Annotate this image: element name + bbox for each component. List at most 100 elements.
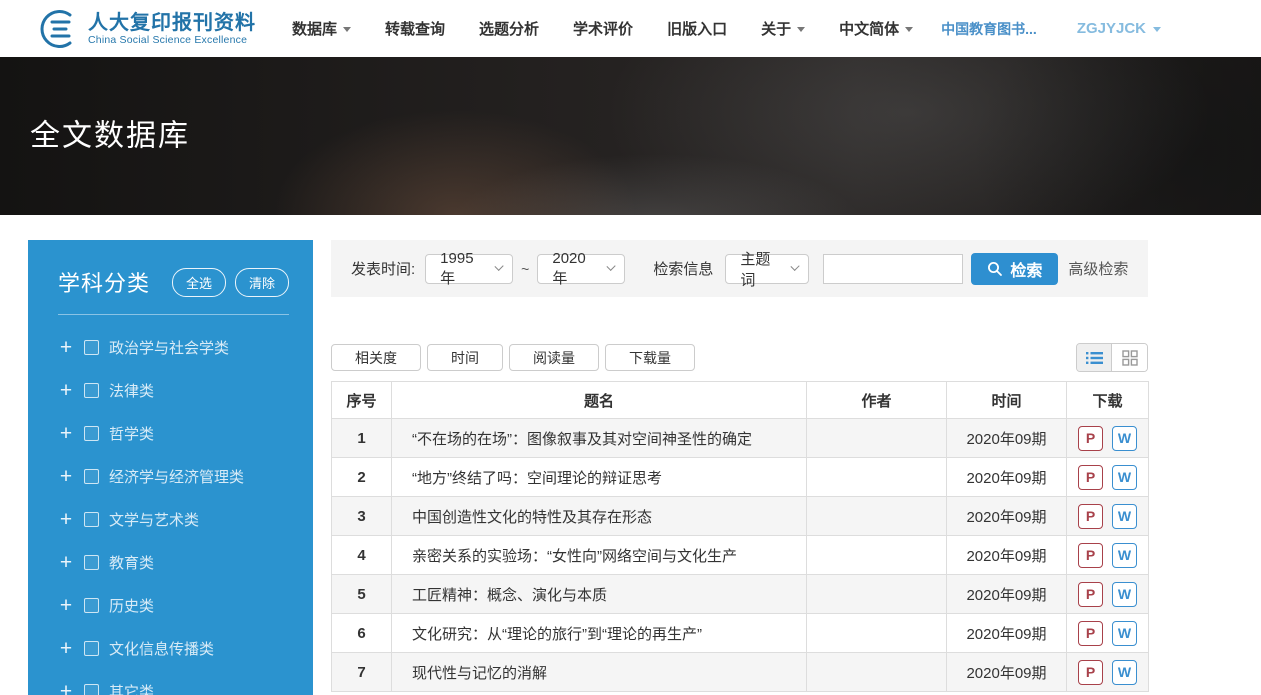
download-cell: PW xyxy=(1067,575,1149,614)
category-label: 文学与艺术类 xyxy=(109,509,199,530)
download-word-button[interactable]: W xyxy=(1112,582,1137,607)
year-to-select[interactable]: 2020年 xyxy=(537,254,625,284)
account-name: ZGJYJCK xyxy=(1077,20,1146,37)
article-title-link[interactable]: 文化研究：从“理论的旅行”到“理论的再生产” xyxy=(392,614,807,653)
advanced-search-link[interactable]: 高级检索 xyxy=(1068,258,1128,279)
category-item-6[interactable]: +教育类 xyxy=(58,552,289,573)
table-row: 7现代性与记忆的消解2020年09期PW xyxy=(332,653,1149,692)
sort-buttons: 相关度时间阅读量下载量 xyxy=(331,344,701,371)
search-button[interactable]: 检索 xyxy=(971,253,1058,285)
publish-time-label: 发表时间: xyxy=(351,258,415,279)
category-checkbox[interactable] xyxy=(84,340,99,355)
search-panel: 发表时间: 1995年 ~ 2020年 检索信息 主题词 检索 xyxy=(331,240,1148,297)
article-title-link[interactable]: 中国创造性文化的特性及其存在形态 xyxy=(392,497,807,536)
sort-button-2[interactable]: 时间 xyxy=(427,344,503,371)
download-pdf-button[interactable]: P xyxy=(1078,504,1103,529)
category-item-4[interactable]: +经济学与经济管理类 xyxy=(58,466,289,487)
account-menu[interactable]: ZGJYJCK xyxy=(1077,20,1161,37)
list-view-icon xyxy=(1086,351,1103,365)
row-number: 5 xyxy=(332,575,392,614)
nav-item-5[interactable]: 旧版入口 xyxy=(667,18,727,39)
download-pdf-button[interactable]: P xyxy=(1078,660,1103,685)
category-item-7[interactable]: +历史类 xyxy=(58,595,289,616)
download-pdf-button[interactable]: P xyxy=(1078,426,1103,451)
category-checkbox[interactable] xyxy=(84,426,99,441)
brand-logo[interactable]: 人大复印报刊资料 China Social Science Excellence xyxy=(28,8,256,50)
expand-plus-icon[interactable]: + xyxy=(58,599,74,613)
download-pdf-button[interactable]: P xyxy=(1078,543,1103,568)
category-item-3[interactable]: +哲学类 xyxy=(58,423,289,444)
download-word-button[interactable]: W xyxy=(1112,426,1137,451)
download-word-button[interactable]: W xyxy=(1112,465,1137,490)
article-author xyxy=(807,458,947,497)
main-panel: 发表时间: 1995年 ~ 2020年 检索信息 主题词 检索 xyxy=(331,240,1148,692)
category-sidebar: 学科分类 全选 清除 +政治学与社会学类+法律类+哲学类+经济学与经济管理类+文… xyxy=(28,240,313,695)
search-icon xyxy=(987,261,1003,277)
library-link[interactable]: 中国教育图书... xyxy=(941,19,1037,39)
grid-view-button[interactable] xyxy=(1112,344,1147,371)
row-number: 6 xyxy=(332,614,392,653)
expand-plus-icon[interactable]: + xyxy=(58,513,74,527)
category-checkbox[interactable] xyxy=(84,383,99,398)
category-checkbox[interactable] xyxy=(84,641,99,656)
nav-item-label: 数据库 xyxy=(292,18,337,39)
article-title-link[interactable]: 现代性与记忆的消解 xyxy=(392,653,807,692)
nav-item-label: 转载查询 xyxy=(385,18,445,39)
expand-plus-icon[interactable]: + xyxy=(58,470,74,484)
sort-button-1[interactable]: 相关度 xyxy=(331,344,421,371)
expand-plus-icon[interactable]: + xyxy=(58,642,74,656)
nav-item-4[interactable]: 学术评价 xyxy=(573,18,633,39)
category-checkbox[interactable] xyxy=(84,512,99,527)
article-title-link[interactable]: 工匠精神：概念、演化与本质 xyxy=(392,575,807,614)
download-pdf-button[interactable]: P xyxy=(1078,582,1103,607)
nav-item-2[interactable]: 转载查询 xyxy=(385,18,445,39)
article-title-link[interactable]: “不在场的在场”：图像叙事及其对空间神圣性的确定 xyxy=(392,419,807,458)
download-buttons: PW xyxy=(1067,465,1148,490)
list-view-button[interactable] xyxy=(1077,344,1112,371)
download-pdf-button[interactable]: P xyxy=(1078,465,1103,490)
category-checkbox[interactable] xyxy=(84,684,99,695)
table-header-row: 序号题名作者时间下载 xyxy=(332,382,1149,419)
download-buttons: PW xyxy=(1067,426,1148,451)
article-title-link[interactable]: 亲密关系的实验场：“女性向”网络空间与文化生产 xyxy=(392,536,807,575)
nav-item-3[interactable]: 选题分析 xyxy=(479,18,539,39)
category-checkbox[interactable] xyxy=(84,469,99,484)
nav-item-1[interactable]: 数据库 xyxy=(292,18,351,39)
download-word-button[interactable]: W xyxy=(1112,660,1137,685)
article-author xyxy=(807,653,947,692)
select-all-button[interactable]: 全选 xyxy=(172,268,226,297)
category-checkbox[interactable] xyxy=(84,598,99,613)
download-pdf-button[interactable]: P xyxy=(1078,621,1103,646)
clear-button[interactable]: 清除 xyxy=(235,268,289,297)
article-title-link[interactable]: “地方”终结了吗：空间理论的辩证思考 xyxy=(392,458,807,497)
table-row: 1“不在场的在场”：图像叙事及其对空间神圣性的确定2020年09期PW xyxy=(332,419,1149,458)
expand-plus-icon[interactable]: + xyxy=(58,341,74,355)
download-word-button[interactable]: W xyxy=(1112,504,1137,529)
sort-button-3[interactable]: 阅读量 xyxy=(509,344,599,371)
category-checkbox[interactable] xyxy=(84,555,99,570)
search-field-select[interactable]: 主题词 xyxy=(725,254,809,284)
expand-plus-icon[interactable]: + xyxy=(58,427,74,441)
category-item-9[interactable]: +其它类 xyxy=(58,681,289,695)
nav-item-7[interactable]: 中文简体 xyxy=(839,18,913,39)
column-header: 题名 xyxy=(392,382,807,419)
expand-plus-icon[interactable]: + xyxy=(58,384,74,398)
category-list: +政治学与社会学类+法律类+哲学类+经济学与经济管理类+文学与艺术类+教育类+历… xyxy=(58,337,289,695)
nav-item-6[interactable]: 关于 xyxy=(761,18,805,39)
nav-item-label: 学术评价 xyxy=(573,18,633,39)
category-item-1[interactable]: +政治学与社会学类 xyxy=(58,337,289,358)
search-input[interactable] xyxy=(823,254,963,284)
download-word-button[interactable]: W xyxy=(1112,621,1137,646)
sort-row: 相关度时间阅读量下载量 xyxy=(331,343,1148,372)
category-item-5[interactable]: + 文学与艺术类 xyxy=(58,509,289,530)
category-item-8[interactable]: +文化信息传播类 xyxy=(58,638,289,659)
category-item-2[interactable]: +法律类 xyxy=(58,380,289,401)
download-word-button[interactable]: W xyxy=(1112,543,1137,568)
brand-subtitle: China Social Science Excellence xyxy=(88,34,256,46)
expand-plus-icon[interactable]: + xyxy=(58,685,74,695)
year-from-select[interactable]: 1995年 xyxy=(425,254,513,284)
download-cell: PW xyxy=(1067,419,1149,458)
expand-plus-icon[interactable]: + xyxy=(58,556,74,570)
column-header: 序号 xyxy=(332,382,392,419)
sort-button-4[interactable]: 下载量 xyxy=(605,344,695,371)
